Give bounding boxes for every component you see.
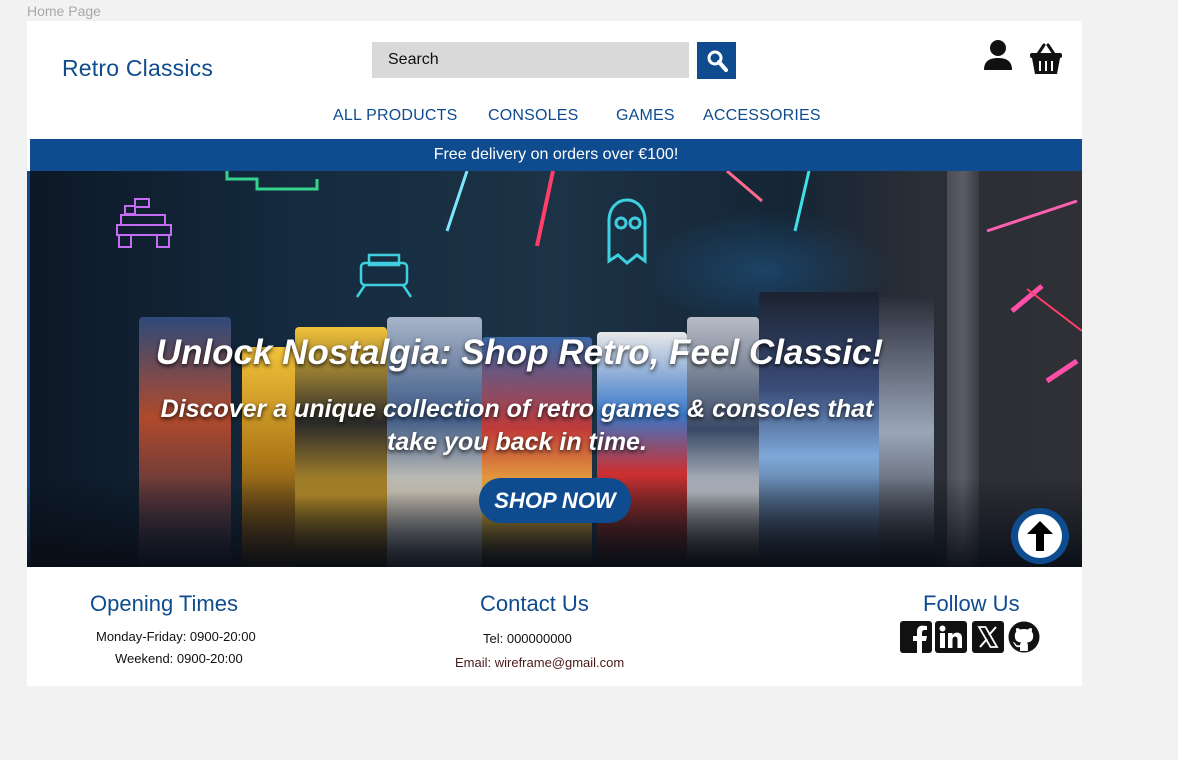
delivery-banner: Free delivery on orders over €100! [30, 139, 1082, 171]
opening-weekday: Monday-Friday: 0900-20:00 [96, 629, 256, 644]
nav-consoles[interactable]: CONSOLES [488, 107, 579, 125]
hero-subtitle: Discover a unique collection of retro ga… [160, 395, 874, 456]
shop-now-button[interactable]: SHOP NOW [479, 478, 631, 523]
opening-times-title: Opening Times [90, 591, 238, 616]
search-button[interactable] [697, 42, 736, 79]
user-icon[interactable] [983, 39, 1013, 71]
nav-all-products[interactable]: ALL PRODUCTS [333, 107, 458, 125]
nav-games[interactable]: GAMES [616, 107, 675, 125]
nav-accessories[interactable]: ACCESSORIES [703, 107, 821, 125]
linkedin-icon[interactable] [935, 621, 967, 653]
contact-tel: Tel: 000000000 [483, 631, 572, 646]
search-input[interactable]: Search [372, 42, 689, 78]
contact-title: Contact Us [480, 591, 589, 616]
github-icon[interactable] [1008, 621, 1040, 653]
search-icon [707, 50, 728, 72]
follow-us-title: Follow Us [923, 591, 1020, 616]
hero-banner: Unlock Nostalgia: Shop Retro, Feel Class… [27, 171, 1082, 567]
hero-title: Unlock Nostalgia: Shop Retro, Feel Class… [155, 333, 884, 372]
back-to-top-button[interactable] [1011, 508, 1069, 564]
home-page: Retro Classics Search ALL PRODUCTS CONSO… [27, 21, 1082, 686]
basket-icon[interactable] [1029, 43, 1063, 75]
contact-email[interactable]: Email: wireframe@gmail.com [455, 655, 624, 670]
brand-logo[interactable]: Retro Classics [62, 55, 213, 82]
arrow-up-icon [1027, 521, 1053, 551]
frame-label: Home Page [27, 3, 101, 19]
opening-weekend: Weekend: 0900-20:00 [115, 651, 243, 666]
facebook-icon[interactable] [900, 621, 932, 653]
x-icon[interactable] [972, 621, 1004, 653]
